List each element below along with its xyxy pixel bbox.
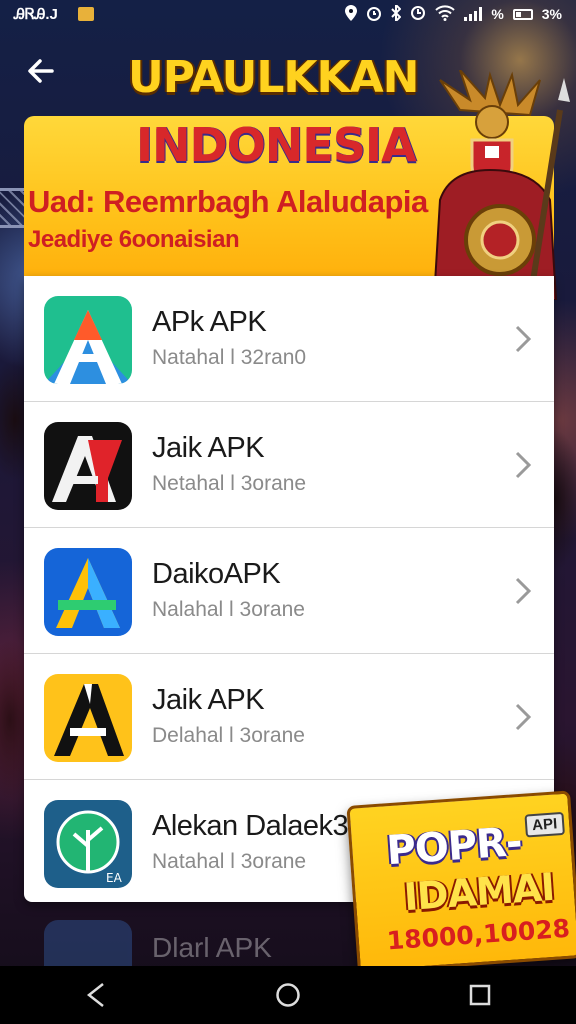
apk-ay-icon — [44, 422, 132, 510]
app-name: Alekan Dalaek3 — [152, 810, 349, 842]
system-nav-bar — [0, 966, 576, 1024]
data-saver-icon: % — [491, 6, 504, 22]
nav-back-icon — [86, 983, 104, 1007]
list-item[interactable]: Jaik APK Netahal l 3orane — [24, 402, 554, 528]
chevron-right-icon — [515, 577, 532, 605]
promo-tag: API — [524, 811, 565, 838]
apk-yellow-a-icon — [44, 674, 132, 762]
promo-subtitle: IDAMAI — [402, 864, 556, 920]
list-item[interactable]: APk APK Natahal l 32ran0 — [24, 276, 554, 402]
nav-recents-button[interactable] — [460, 975, 500, 1015]
banner-title: INDONESIA — [136, 118, 417, 172]
notification-app-icon — [77, 7, 94, 21]
app-name: DaikoAPK — [152, 558, 281, 590]
stage-truss — [0, 188, 24, 228]
app-subtitle: Delahal l 3orane — [152, 724, 305, 747]
nav-back-button[interactable] — [76, 975, 116, 1015]
nav-recents-icon — [469, 984, 491, 1006]
app-subtitle: Nalahal l 3orane — [152, 598, 305, 621]
list-item[interactable]: DaikoAPK Nalahal l 3orane — [24, 528, 554, 654]
alarm-icon — [366, 5, 382, 24]
garuda-mascot-image — [430, 69, 576, 301]
signal-icon — [464, 7, 483, 21]
promo-title: POPR- — [385, 818, 523, 875]
app-name: APk APK — [152, 306, 267, 338]
chevron-right-icon — [515, 703, 532, 731]
battery-icon — [512, 8, 533, 20]
app-name: Jaik APK — [152, 684, 265, 716]
status-bar: ᎯᏒᎯ.J % 3% — [0, 0, 576, 28]
app-subtitle: Natahal l 3orane — [152, 850, 307, 873]
nav-home-button[interactable] — [268, 975, 308, 1015]
app-subtitle: Netahal l 3orane — [152, 472, 307, 495]
status-time: ᎯᏒᎯ.J — [14, 5, 58, 23]
banner-subtitle-secondary: Jeadiye 6oonaisian — [28, 226, 240, 253]
arrow-left-icon — [28, 59, 54, 83]
clock-icon — [410, 5, 426, 24]
back-button[interactable] — [26, 56, 66, 92]
chevron-right-icon — [515, 325, 532, 353]
banner-subtitle: Uad: Reemrbagh Alaludapia — [28, 184, 428, 219]
app-subtitle: Natahal l 32ran0 — [152, 346, 307, 369]
leaf-app-icon: EA — [44, 800, 132, 888]
location-icon — [345, 4, 358, 24]
list-item[interactable]: Jaik APK Delahal l 3orane — [24, 654, 554, 780]
battery-percent: 3% — [541, 6, 562, 22]
promo-badge[interactable]: POPR- API IDAMAI 18000,10028 — [346, 790, 576, 974]
nav-home-icon — [276, 983, 300, 1007]
svg-text:EA: EA — [106, 871, 123, 885]
chevron-right-icon — [515, 451, 532, 479]
wifi-icon — [435, 4, 456, 24]
bluetooth-icon — [391, 2, 402, 24]
app-name: Dlarl APK — [152, 932, 272, 963]
apk-blue-a-icon — [44, 548, 132, 636]
app-name: Jaik APK — [152, 432, 265, 464]
promo-number: 18000,10028 — [385, 913, 571, 956]
apk-a-icon — [44, 296, 132, 384]
